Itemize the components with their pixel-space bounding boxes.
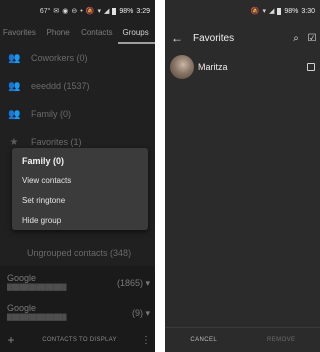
mute-icon: 🔕 xyxy=(85,8,95,15)
account-email-redacted: ██████████████ xyxy=(7,285,67,291)
page-title: Favorites xyxy=(193,32,235,44)
group-icon: 👥 xyxy=(8,108,21,120)
group-label: eeeddd (1537) xyxy=(31,81,90,91)
search-icon[interactable]: ⌕ xyxy=(288,33,304,44)
contact-checkbox[interactable] xyxy=(307,63,315,71)
account-row[interactable]: Google ██████████████ (9) ▾ xyxy=(0,296,155,328)
more-options-icon[interactable]: ⋮ xyxy=(137,335,155,346)
wifi-icon: ▾ xyxy=(262,8,266,15)
dot-icon: • xyxy=(80,7,83,15)
group-item-coworkers[interactable]: 👥 Coworkers (0) xyxy=(0,44,155,72)
group-item-eeeddd[interactable]: 👥 eeeddd (1537) xyxy=(0,72,155,100)
bottom-bar: + CONTACTS TO DISPLAY ⋮ xyxy=(0,328,155,352)
account-name: Google xyxy=(7,303,37,313)
status-bar: 🔕 ▾ ◢ 98% 3:30 xyxy=(165,0,320,22)
account-row[interactable]: Google ██████████████ (1865) ▾ xyxy=(0,266,155,298)
status-bar: 67° ✉ ◉ ⊖ • 🔕 ▾ ◢ 98% 3:29 xyxy=(0,0,155,22)
tab-contacts[interactable]: Contacts xyxy=(78,22,117,44)
status-time: 3:30 xyxy=(301,7,315,15)
signal-icon: ◢ xyxy=(268,8,275,15)
contact-name: Maritza xyxy=(198,62,228,72)
toolbar: ← Favorites ⌕ ☑ xyxy=(165,22,320,54)
wifi-icon: ▾ xyxy=(97,8,101,15)
battery-icon xyxy=(277,7,282,15)
avatar xyxy=(170,55,194,79)
group-icon: 👥 xyxy=(8,52,21,64)
tab-groups[interactable]: Groups xyxy=(116,22,155,44)
notification-icon: ◉ xyxy=(62,8,69,15)
remove-button[interactable]: REMOVE xyxy=(243,337,320,343)
notification-temp: 67° xyxy=(39,7,51,15)
notification-icon: ⊖ xyxy=(71,8,78,15)
notification-icon: ✉ xyxy=(53,8,60,15)
battery-level: 98% xyxy=(119,7,134,15)
ungrouped-contacts[interactable]: Ungrouped contacts (348) xyxy=(0,248,155,258)
tab-favorites[interactable]: Favorites xyxy=(0,22,39,44)
context-menu-title: Family (0) xyxy=(22,156,65,166)
back-arrow-icon[interactable]: ← xyxy=(165,31,189,45)
mute-icon: 🔕 xyxy=(250,8,260,15)
select-all-icon[interactable]: ☑ xyxy=(304,33,320,44)
signal-icon: ◢ xyxy=(103,8,110,15)
group-icon: 👥 xyxy=(8,80,21,92)
account-email-redacted: ██████████████ xyxy=(7,315,67,321)
cancel-button[interactable]: CANCEL xyxy=(165,337,243,343)
bottom-bar: CANCEL REMOVE xyxy=(165,327,320,352)
add-icon[interactable]: + xyxy=(0,333,22,347)
favorites-screen: 🔕 ▾ ◢ 98% 3:30 ← Favorites ⌕ ☑ Maritza C… xyxy=(165,0,320,352)
group-label: Family (0) xyxy=(31,109,71,119)
battery-icon xyxy=(112,7,117,15)
group-list: 👥 Coworkers (0) 👥 eeeddd (1537) 👥 Family… xyxy=(0,44,155,156)
menu-item-view-contacts[interactable]: View contacts xyxy=(22,176,71,185)
account-count: (1865) ▾ xyxy=(116,278,150,288)
group-context-menu: Family (0) View contacts Set ringtone Hi… xyxy=(12,148,148,230)
account-name: Google xyxy=(7,273,37,283)
status-time: 3:29 xyxy=(136,7,150,15)
group-label: Favorites (1) xyxy=(31,137,82,147)
menu-item-hide-group[interactable]: Hide group xyxy=(22,216,61,225)
battery-level: 98% xyxy=(284,7,299,15)
contacts-to-display-button[interactable]: CONTACTS TO DISPLAY xyxy=(22,337,137,343)
group-label: Coworkers (0) xyxy=(31,53,88,63)
groups-screen: 67° ✉ ◉ ⊖ • 🔕 ▾ ◢ 98% 3:29 Favorites Pho… xyxy=(0,0,155,352)
menu-item-set-ringtone[interactable]: Set ringtone xyxy=(22,196,65,205)
group-item-family[interactable]: 👥 Family (0) xyxy=(0,100,155,128)
tab-bar: Favorites Phone Contacts Groups xyxy=(0,22,155,44)
star-icon: ★ xyxy=(9,136,19,148)
tab-phone[interactable]: Phone xyxy=(39,22,78,44)
account-count: (9) ▾ xyxy=(131,308,150,318)
contact-row[interactable]: Maritza xyxy=(165,54,320,80)
